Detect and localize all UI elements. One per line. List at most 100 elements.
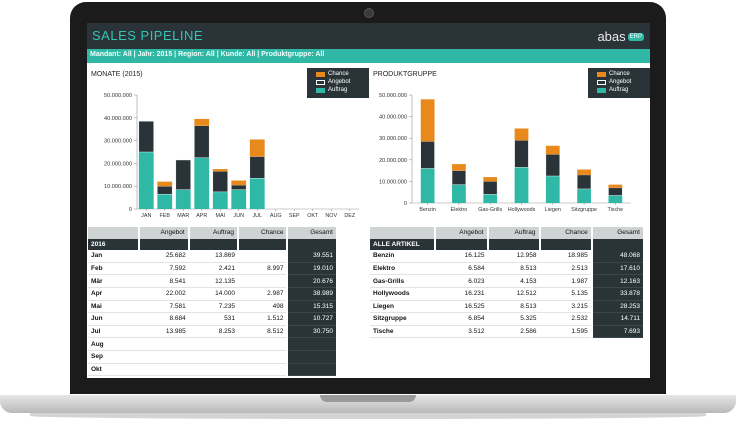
cell-chance: [238, 350, 288, 364]
row-label: Tische: [370, 325, 436, 339]
bar-chance[interactable]: [231, 180, 247, 186]
x-tick-label: Hollywoods: [508, 207, 536, 213]
x-tick-label: APR: [196, 213, 207, 219]
bar-angebot[interactable]: [576, 174, 592, 190]
bar-auftrag[interactable]: [514, 167, 529, 203]
col-chance[interactable]: Chance: [236, 227, 288, 239]
col-angebot[interactable]: Angebot: [434, 227, 488, 239]
cell-auftrag: 5.325: [487, 312, 540, 326]
bar-chance[interactable]: [420, 99, 435, 142]
cell-chance: [238, 363, 288, 377]
table-row[interactable]: Hollywoods 16.231 12.512 5.135 33.878: [370, 287, 643, 301]
y-tick-label: 50.000.000: [104, 93, 132, 99]
bar-auftrag[interactable]: [545, 176, 560, 203]
bar-auftrag[interactable]: [608, 195, 623, 203]
col-angebot[interactable]: Angebot: [138, 227, 189, 239]
table-row[interactable]: Mär 8.541 12.135 20.676: [88, 274, 336, 288]
bar-angebot[interactable]: [175, 159, 191, 190]
cell-gesamt: 30.750: [286, 325, 336, 339]
bar-chance[interactable]: [545, 145, 560, 155]
abas-logo: abas ERP: [597, 29, 644, 44]
bar-angebot[interactable]: [483, 181, 498, 195]
table-row[interactable]: Benzin 16.125 12.958 18.985 48.068: [370, 250, 643, 263]
table-row[interactable]: Okt: [88, 363, 336, 377]
table-row[interactable]: Jan 25.682 13.869 39.551: [88, 250, 336, 263]
x-tick-label: Elektro: [451, 207, 468, 213]
bar-angebot[interactable]: [157, 185, 173, 195]
bar-chance[interactable]: [608, 184, 623, 188]
cell-chance: 2.532: [539, 312, 592, 326]
table-row[interactable]: Jun 8.684 531 1.512 10.727: [88, 312, 336, 326]
cell-chance: [238, 337, 288, 351]
table-row[interactable]: Mai 7.581 7.235 498 15.315: [88, 300, 336, 314]
year-cell: [236, 238, 288, 251]
bar-chance[interactable]: [194, 118, 210, 126]
table-row[interactable]: Liegen 16.525 8.513 3.215 28.253: [370, 300, 643, 314]
cell-gesamt: [286, 350, 336, 364]
table-row[interactable]: Apr 22.002 14.000 2.987 38.989: [88, 287, 336, 301]
row-label: Feb: [88, 262, 140, 276]
bar-auftrag[interactable]: [249, 178, 265, 209]
cell-angebot: 8.541: [139, 274, 189, 288]
cell-auftrag: 531: [188, 312, 238, 326]
cell-auftrag: 8.513: [487, 262, 540, 276]
cell-angebot: [139, 350, 189, 364]
bar-auftrag[interactable]: [175, 189, 191, 209]
bar-angebot[interactable]: [514, 140, 529, 168]
cell-gesamt: 38.989: [286, 287, 336, 301]
cell-auftrag: 12.512: [487, 287, 540, 301]
cell-angebot: 7.581: [139, 300, 189, 314]
col-gesamt[interactable]: Gesamt: [286, 227, 336, 239]
bar-chance[interactable]: [452, 164, 466, 171]
bar-angebot[interactable]: [249, 156, 265, 179]
bar-chance[interactable]: [157, 181, 173, 187]
cell-gesamt: 12.163: [590, 274, 643, 288]
bar-angebot[interactable]: [212, 171, 228, 193]
bar-auftrag[interactable]: [194, 157, 210, 209]
bar-auftrag[interactable]: [157, 194, 173, 209]
bar-angebot[interactable]: [608, 187, 623, 196]
bar-chance[interactable]: [249, 139, 265, 157]
table-row[interactable]: Feb 7.592 2.421 8.997 19.010: [88, 262, 336, 276]
table-row[interactable]: Jul 13.985 8.253 8.512 30.750: [88, 325, 336, 339]
cell-auftrag: 7.235: [188, 300, 238, 314]
bar-chance[interactable]: [514, 128, 529, 141]
x-tick-label: FEB: [160, 213, 171, 219]
col-gesamt[interactable]: Gesamt: [590, 227, 643, 239]
col-auftrag[interactable]: Auftrag: [486, 227, 540, 239]
bar-chance[interactable]: [577, 169, 591, 175]
bar-auftrag[interactable]: [452, 184, 466, 203]
cell-chance: 5.135: [539, 287, 592, 301]
bar-angebot[interactable]: [451, 170, 467, 185]
table-row[interactable]: Sitzgruppe 6.854 5.325 2.532 14.711: [370, 312, 643, 326]
bar-angebot[interactable]: [138, 121, 154, 153]
bar-angebot[interactable]: [231, 184, 247, 190]
row-label: Jun: [88, 312, 140, 326]
x-tick-label: AUG: [270, 213, 282, 219]
col-chance[interactable]: Chance: [538, 227, 592, 239]
table-row[interactable]: Elektro 6.584 8.513 2.513 17.610: [370, 262, 643, 276]
y-tick-label: 50.000.000: [379, 93, 407, 99]
col-auftrag[interactable]: Auftrag: [187, 227, 238, 239]
filter-bar[interactable]: Mandant: All | Jahr: 2015 | Region: All …: [87, 49, 650, 63]
y-tick-label: 30.000.000: [104, 139, 132, 145]
bar-angebot[interactable]: [194, 125, 210, 158]
bar-angebot[interactable]: [420, 141, 435, 169]
bar-angebot[interactable]: [545, 154, 560, 177]
bar-auftrag[interactable]: [577, 188, 591, 203]
bar-chance[interactable]: [212, 169, 228, 172]
bar-auftrag[interactable]: [231, 189, 247, 209]
bar-chance[interactable]: [483, 177, 498, 182]
cell-angebot: 7.592: [139, 262, 189, 276]
cell-chance: [238, 274, 288, 288]
table-row[interactable]: Sep: [88, 350, 336, 364]
table-row[interactable]: Tische 3.512 2.586 1.595 7.693: [370, 325, 643, 339]
bar-auftrag[interactable]: [138, 152, 154, 209]
bar-auftrag[interactable]: [212, 191, 228, 209]
year-cell: [138, 238, 189, 251]
x-tick-label: Tische: [608, 207, 624, 213]
table-row[interactable]: Aug: [88, 337, 336, 351]
bar-auftrag[interactable]: [483, 194, 498, 203]
table-row[interactable]: Gas-Grills 6.023 4.153 1.987 12.163: [370, 274, 643, 288]
bar-auftrag[interactable]: [420, 168, 435, 203]
